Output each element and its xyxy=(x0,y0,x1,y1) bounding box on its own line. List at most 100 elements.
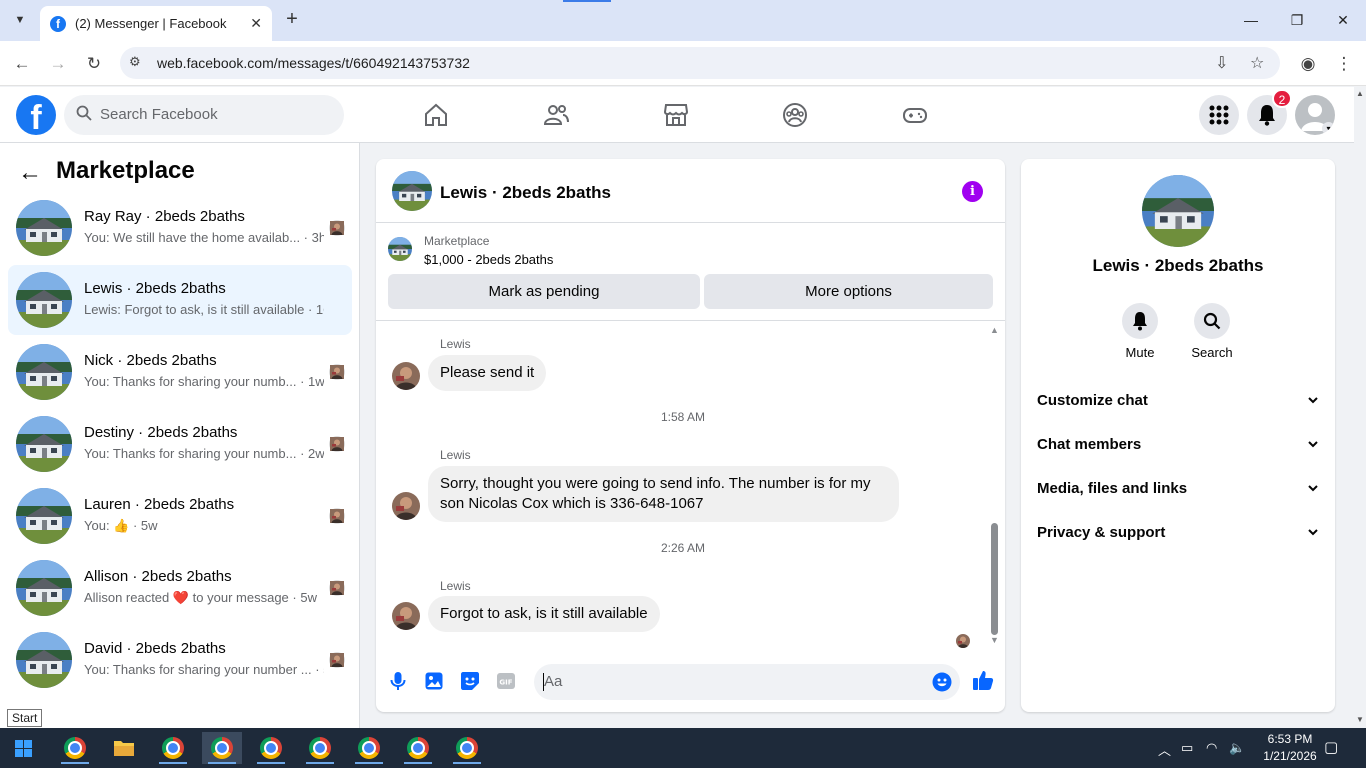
listing-price[interactable]: $1,000 - 2beds 2baths xyxy=(424,252,553,267)
like-thumb-icon[interactable] xyxy=(972,669,994,691)
message-timestamp: 1:58 AM xyxy=(660,410,706,424)
sticker-icon[interactable] xyxy=(460,671,480,691)
chat-members-row[interactable]: Chat members xyxy=(1037,436,1319,460)
seen-avatar xyxy=(329,508,345,524)
details-avatar[interactable] xyxy=(1142,175,1214,247)
conversation-item[interactable]: Nick · 2beds 2baths You: Thanks for shari… xyxy=(8,337,352,407)
chrome-icon xyxy=(456,737,478,759)
groups-icon[interactable] xyxy=(781,101,809,129)
reload-button[interactable]: ↻ xyxy=(81,51,107,77)
grid-menu-icon xyxy=(1209,105,1229,125)
start-button[interactable] xyxy=(0,728,48,768)
chrome-icon xyxy=(407,737,429,759)
home-icon[interactable] xyxy=(422,101,450,129)
volume-icon[interactable]: 🔈 xyxy=(1229,740,1245,756)
taskbar-chrome-app[interactable] xyxy=(398,732,438,764)
privacy-support-row[interactable]: Privacy & support xyxy=(1037,524,1319,548)
mark-as-pending-button[interactable]: Mark as pending xyxy=(388,274,700,309)
profile-icon[interactable]: ◉ xyxy=(1295,51,1321,77)
conversation-preview: You: Thanks for sharing your numb... · 2… xyxy=(84,446,324,461)
browser-tab[interactable]: f (2) Messenger | Facebook ✕ xyxy=(40,6,272,41)
bookmark-star-icon[interactable]: ☆ xyxy=(1250,53,1264,73)
conversation-thumbnail xyxy=(16,272,72,328)
search-input[interactable]: Search Facebook xyxy=(64,95,344,135)
marketplace-icon[interactable] xyxy=(662,101,690,129)
browser-menu-icon[interactable]: ⋮ xyxy=(1331,51,1357,77)
listing-thumbnail[interactable] xyxy=(388,237,412,261)
conversation-preview: Allison reacted ❤️ to your message · 5w xyxy=(84,590,317,605)
scroll-down-arrow-icon[interactable]: ▼ xyxy=(1356,715,1364,724)
back-arrow-icon[interactable]: ← xyxy=(18,159,42,187)
sender-avatar[interactable] xyxy=(392,602,420,630)
forward-button[interactable]: → xyxy=(45,51,71,77)
account-avatar[interactable]: ▾ xyxy=(1295,95,1335,135)
tab-close-icon[interactable]: ✕ xyxy=(250,15,262,32)
menu-button[interactable] xyxy=(1199,95,1239,135)
gif-icon[interactable]: GIF xyxy=(496,671,516,691)
page-scrollbar[interactable]: ▲ ▼ xyxy=(1354,87,1366,728)
address-bar[interactable]: ⚙ web.facebook.com/messages/t/6604921437… xyxy=(120,47,1280,79)
photo-icon[interactable] xyxy=(424,671,444,691)
info-icon[interactable]: i xyxy=(962,181,983,202)
svg-text:GIF: GIF xyxy=(499,679,512,687)
more-options-button[interactable]: More options xyxy=(704,274,993,309)
customize-chat-row[interactable]: Customize chat xyxy=(1037,392,1319,416)
conversation-item[interactable]: Lauren · 2beds 2baths You: 👍 · 5w xyxy=(8,481,352,551)
system-clock[interactable]: 6:53 PM 1/21/2026 xyxy=(1258,731,1322,765)
conversation-item[interactable]: Destiny · 2beds 2baths You: Thanks for sh… xyxy=(8,409,352,479)
new-tab-button[interactable]: + xyxy=(282,8,302,32)
tab-search-chevron-icon[interactable]: ▼ xyxy=(8,9,32,31)
taskbar-chrome-app[interactable] xyxy=(153,732,193,764)
conversation-item[interactable]: Lewis · 2beds 2baths Lewis: Forgot to ask… xyxy=(8,265,352,335)
chevron-down-icon xyxy=(1308,397,1318,404)
taskbar-chrome-app[interactable] xyxy=(251,732,291,764)
message-input[interactable]: Aa xyxy=(534,664,960,700)
back-button[interactable]: ← xyxy=(9,51,35,77)
gaming-icon[interactable] xyxy=(901,101,929,129)
conversation-thumbnail xyxy=(16,632,72,688)
scroll-up-arrow-icon[interactable]: ▲ xyxy=(990,325,999,335)
mute-button[interactable]: Mute xyxy=(1110,303,1170,360)
message-bubble[interactable]: Forgot to ask, is it still available xyxy=(428,596,660,632)
taskbar-chrome-app-active[interactable] xyxy=(202,732,242,764)
conversation-item[interactable]: Allison · 2beds 2baths Allison reacted ❤️… xyxy=(8,553,352,623)
taskbar-file-explorer[interactable] xyxy=(104,732,144,764)
minimize-button[interactable]: — xyxy=(1237,8,1265,32)
facebook-logo[interactable]: f xyxy=(16,95,56,135)
site-settings-icon[interactable]: ⚙ xyxy=(129,54,141,70)
friends-icon[interactable] xyxy=(542,101,570,129)
url-text[interactable]: web.facebook.com/messages/t/660492143753… xyxy=(157,55,470,71)
sender-avatar[interactable] xyxy=(392,362,420,390)
scroll-down-arrow-icon[interactable]: ▼ xyxy=(990,635,999,645)
row-label: Media, files and links xyxy=(1037,480,1188,497)
windows-logo-icon xyxy=(15,740,32,757)
chat-title[interactable]: Lewis · 2beds 2baths xyxy=(440,183,611,203)
battery-icon[interactable]: ▭ xyxy=(1181,740,1193,756)
sidebar-title: Marketplace xyxy=(56,157,195,184)
emoji-icon[interactable] xyxy=(932,672,952,692)
tray-chevron-up-icon[interactable]: ︿ xyxy=(1158,740,1171,759)
install-app-icon[interactable]: ⇩ xyxy=(1215,53,1228,73)
microphone-icon[interactable] xyxy=(388,671,408,691)
message-bubble[interactable]: Please send it xyxy=(428,355,547,391)
taskbar-chrome-app[interactable] xyxy=(55,732,95,764)
chrome-icon xyxy=(260,737,282,759)
chat-avatar[interactable] xyxy=(392,171,432,211)
scroll-up-arrow-icon[interactable]: ▲ xyxy=(1356,89,1364,98)
message-bubble[interactable]: Sorry, thought you were going to send in… xyxy=(428,466,899,522)
media-files-links-row[interactable]: Media, files and links xyxy=(1037,480,1319,504)
conversation-item[interactable]: David · 2beds 2baths You: Thanks for shar… xyxy=(8,625,352,695)
wifi-icon[interactable]: ◠ xyxy=(1206,740,1217,756)
search-in-chat-button[interactable]: Search xyxy=(1182,303,1242,360)
chrome-icon xyxy=(358,737,380,759)
conversation-item[interactable]: Ray Ray · 2beds 2baths You: We still have… xyxy=(8,193,352,263)
taskbar-chrome-app[interactable] xyxy=(349,732,389,764)
message-scrollbar[interactable] xyxy=(991,523,998,635)
maximize-button[interactable]: ❐ xyxy=(1283,8,1311,32)
sender-avatar[interactable] xyxy=(392,492,420,520)
close-window-button[interactable]: ✕ xyxy=(1329,8,1357,32)
taskbar-chrome-app[interactable] xyxy=(300,732,340,764)
chat-window: Lewis · 2beds 2baths i Marketplace $1,00… xyxy=(376,159,1005,712)
notification-center-icon[interactable]: ▢ xyxy=(1324,738,1338,756)
taskbar-chrome-app[interactable] xyxy=(447,732,487,764)
